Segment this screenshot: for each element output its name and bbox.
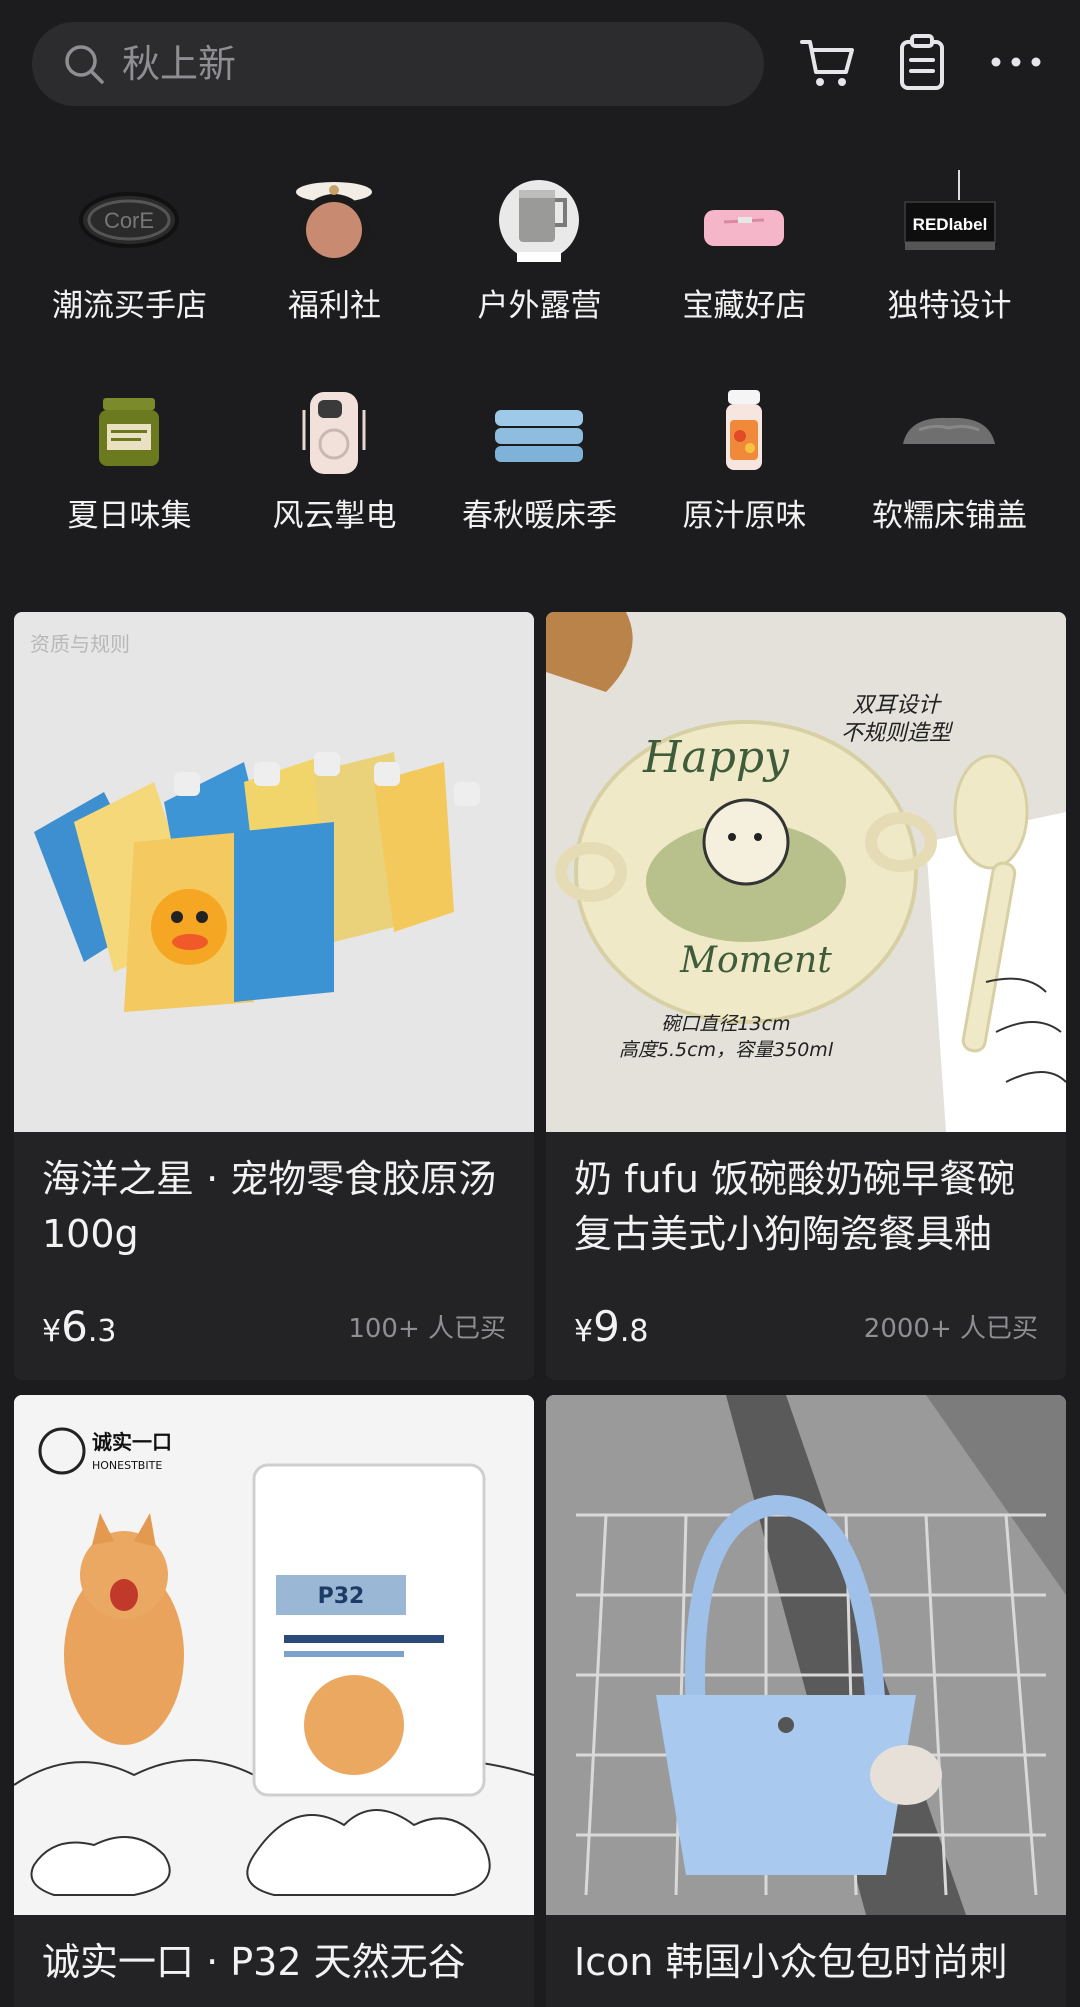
price-integer: 6 bbox=[61, 1302, 88, 1351]
price-currency: ¥ bbox=[574, 1314, 594, 1349]
product-image bbox=[546, 1395, 1066, 1915]
price-decimal: .3 bbox=[87, 1314, 117, 1349]
product-card[interactable]: 资质与规则 海洋之星 · 宠物零食胶原汤 100g ¥6.3 100+ 人已买 bbox=[14, 612, 534, 1380]
cat-food-illustration: 诚实一口 HONESTBITE P32 bbox=[14, 1395, 534, 1915]
sold-count: 2000+ 人已买 bbox=[863, 1314, 1038, 1344]
category-label: 夏日味集 bbox=[67, 498, 192, 534]
brand-name-en: HONESTBITE bbox=[92, 1459, 162, 1472]
juicer-icon bbox=[694, 380, 794, 480]
clipboard-icon[interactable] bbox=[890, 30, 954, 94]
compact-powder-icon bbox=[284, 170, 384, 270]
page: 秋上新 CorE 潮流买手店 福利社 户外露营 宝藏好店 REDlabel 独特… bbox=[0, 0, 1080, 2007]
category-label: 风云掣电 bbox=[272, 498, 397, 534]
product-card[interactable]: Icon 韩国小众包包时尚刺 bbox=[546, 1395, 1066, 2007]
category-grid: CorE 潮流买手店 福利社 户外露营 宝藏好店 REDlabel 独特设计 夏… bbox=[0, 150, 1080, 570]
category-item-treasure-store[interactable]: 宝藏好店 bbox=[642, 150, 847, 350]
category-item-trend-buyer[interactable]: CorE 潮流买手店 bbox=[27, 150, 232, 350]
overlay-text: 碗口直径13cm bbox=[661, 1013, 790, 1035]
product-title: 海洋之星 · 宠物零食胶原汤 100g bbox=[42, 1157, 497, 1256]
category-label: 原汁原味 bbox=[682, 498, 807, 534]
power-bank-icon bbox=[284, 380, 384, 480]
brand-name-cn: 诚实一口 bbox=[92, 1430, 172, 1454]
category-label: 春秋暖床季 bbox=[462, 498, 617, 534]
top-bar: 秋上新 bbox=[0, 0, 1080, 128]
category-item-soft-bedding[interactable]: 软糯床铺盖 bbox=[847, 360, 1052, 560]
blanket-stack-icon bbox=[489, 380, 589, 480]
svg-text:CorE: CorE bbox=[104, 208, 154, 233]
product-title: Icon 韩国小众包包时尚刺 bbox=[574, 1940, 1008, 1984]
bowl-illustration: Happy Moment 双耳设计 不规则造型 碗口直径13cm 高度5.5cm… bbox=[546, 612, 1066, 1132]
category-label: 软糯床铺盖 bbox=[872, 498, 1027, 534]
bowl-text-moment: Moment bbox=[679, 940, 832, 981]
pink-bag-icon bbox=[694, 170, 794, 270]
price-integer: 9 bbox=[593, 1302, 620, 1351]
bowl-text-happy: Happy bbox=[642, 732, 790, 783]
svg-text:REDlabel: REDlabel bbox=[913, 215, 988, 234]
bag-in-cart-illustration bbox=[546, 1395, 1066, 1915]
duvet-icon bbox=[899, 380, 999, 480]
overlay-text: 高度5.5cm，容量350ml bbox=[619, 1039, 834, 1061]
more-icon[interactable] bbox=[984, 30, 1048, 94]
product-image: 诚实一口 HONESTBITE P32 bbox=[14, 1395, 534, 1915]
product-price: ¥9.8 bbox=[574, 1302, 648, 1351]
price-decimal: .8 bbox=[619, 1314, 649, 1349]
search-bar[interactable]: 秋上新 bbox=[32, 22, 764, 106]
product-title: 奶 fufu 饭碗酸奶碗早餐碗复古美式小狗陶瓷餐具釉 bbox=[574, 1157, 1016, 1256]
category-item-warm-bed[interactable]: 春秋暖床季 bbox=[437, 360, 642, 560]
search-icon bbox=[62, 42, 106, 86]
core-logo-icon: CorE bbox=[79, 170, 179, 270]
product-image: 资质与规则 bbox=[14, 612, 534, 1132]
product-title: 诚实一口 · P32 天然无谷 bbox=[42, 1940, 466, 1984]
category-label: 福利社 bbox=[288, 288, 381, 324]
bag-label: P32 bbox=[318, 1584, 365, 1609]
category-label: 户外露营 bbox=[477, 288, 602, 324]
product-card[interactable]: 诚实一口 HONESTBITE P32 诚实一口 · P32 天然无谷 bbox=[14, 1395, 534, 2007]
product-card[interactable]: Happy Moment 双耳设计 不规则造型 碗口直径13cm 高度5.5cm… bbox=[546, 612, 1066, 1380]
category-item-summer-flavor[interactable]: 夏日味集 bbox=[27, 360, 232, 560]
category-item-unique-design[interactable]: REDlabel 独特设计 bbox=[847, 150, 1052, 350]
snack-pouches-illustration bbox=[34, 752, 480, 1012]
watermark-label: 资质与规则 bbox=[30, 632, 130, 656]
category-item-outdoor[interactable]: 户外露营 bbox=[437, 150, 642, 350]
price-currency: ¥ bbox=[42, 1314, 62, 1349]
category-item-welfare[interactable]: 福利社 bbox=[232, 150, 437, 350]
product-image: Happy Moment 双耳设计 不规则造型 碗口直径13cm 高度5.5cm… bbox=[546, 612, 1066, 1132]
category-label: 潮流买手店 bbox=[52, 288, 207, 324]
search-placeholder: 秋上新 bbox=[122, 42, 237, 86]
sold-count: 100+ 人已买 bbox=[348, 1314, 506, 1344]
overlay-text: 不规则造型 bbox=[841, 721, 954, 746]
category-item-power[interactable]: 风云掣电 bbox=[232, 360, 437, 560]
cart-icon[interactable] bbox=[796, 30, 860, 94]
category-label: 独特设计 bbox=[887, 288, 1012, 324]
jar-icon bbox=[79, 380, 179, 480]
product-price: ¥6.3 bbox=[42, 1302, 116, 1351]
category-label: 宝藏好店 bbox=[682, 288, 807, 324]
camping-mug-icon bbox=[489, 170, 589, 270]
category-item-original-juice[interactable]: 原汁原味 bbox=[642, 360, 847, 560]
redlabel-sign-icon: REDlabel bbox=[899, 170, 999, 270]
overlay-text: 双耳设计 bbox=[852, 693, 942, 718]
